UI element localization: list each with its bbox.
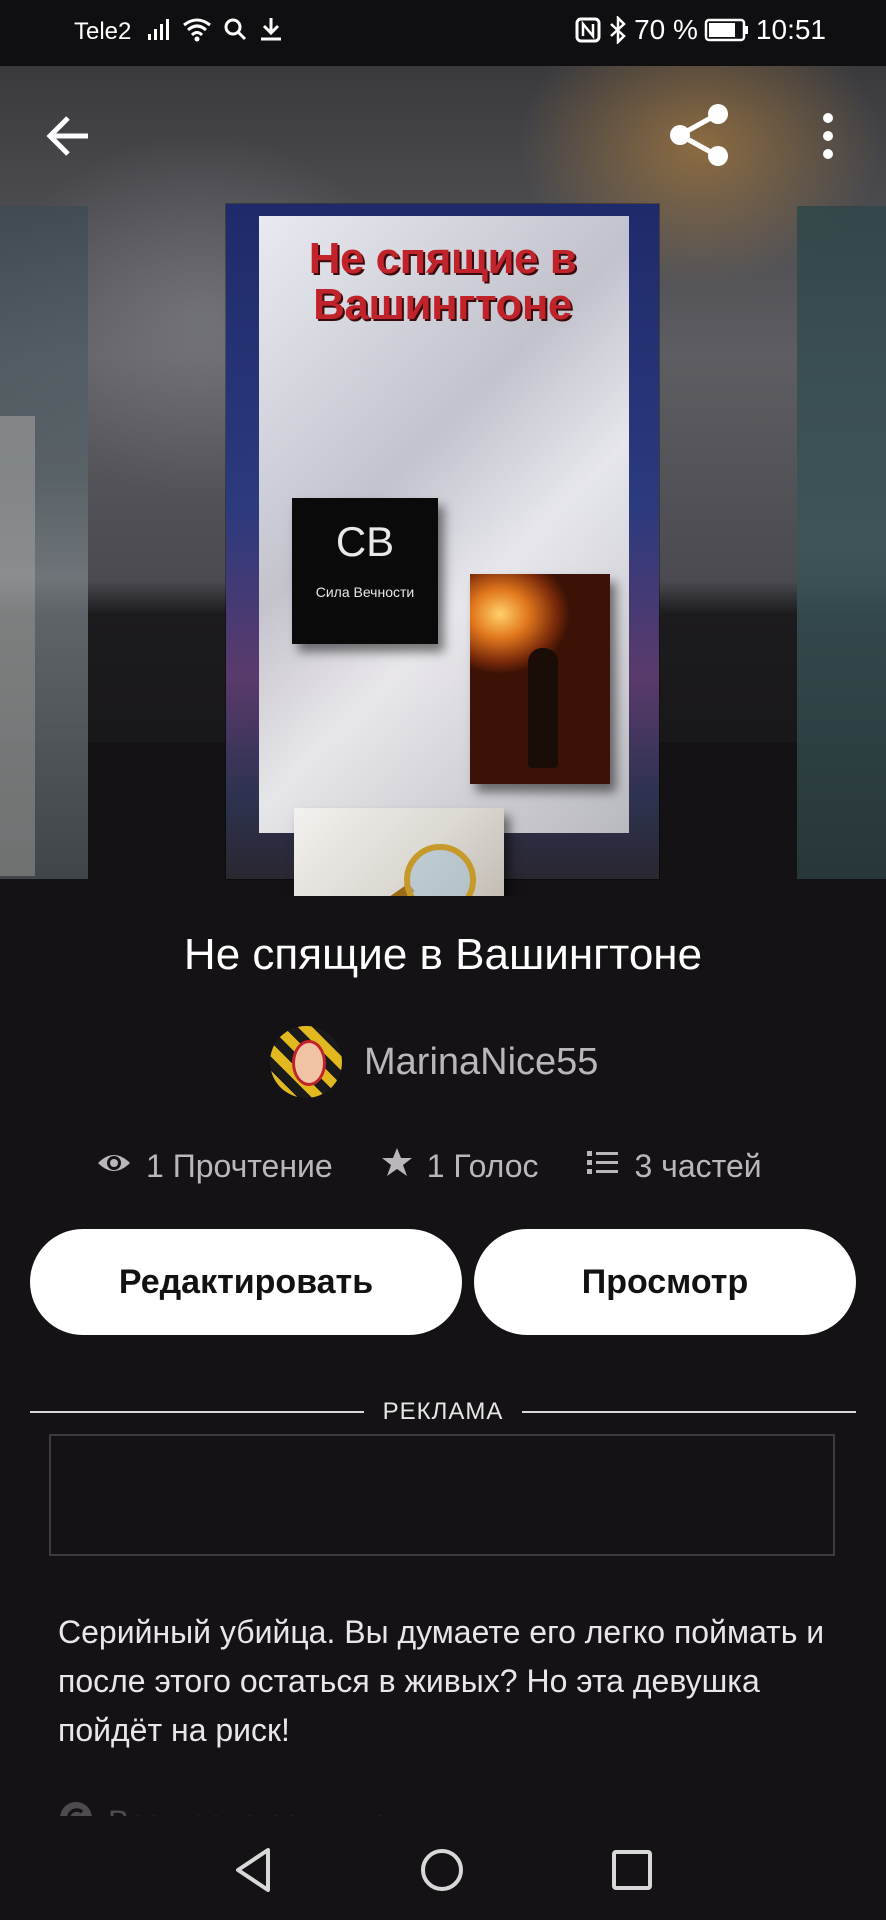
back-button[interactable] — [40, 108, 96, 164]
share-button[interactable] — [664, 100, 734, 170]
more-options-button[interactable] — [810, 108, 846, 164]
reads-stat: 1 Прочтение — [96, 1148, 333, 1185]
preview-button[interactable]: Просмотр — [474, 1229, 856, 1335]
reads-count: 1 Прочтение — [146, 1147, 333, 1184]
author-link[interactable]: MarinaNice55 — [270, 1026, 598, 1098]
nav-back-icon — [226, 1848, 282, 1902]
previous-cover[interactable] — [0, 206, 88, 879]
nav-home-button[interactable] — [414, 1842, 470, 1898]
parts-count: 3 частей — [634, 1147, 762, 1184]
cover-photo-silhouette — [470, 574, 610, 784]
votes-stat: 1 Голос — [381, 1146, 539, 1186]
ad-banner[interactable] — [49, 1434, 835, 1556]
cover-logo: СВ Сила Вечности — [292, 498, 438, 644]
signal-icon — [146, 16, 172, 42]
share-icon — [664, 104, 734, 174]
story-description: Серийный убийца. Вы думаете его легко по… — [58, 1614, 825, 1748]
nav-home-icon — [414, 1849, 470, 1902]
more-vertical-icon — [810, 113, 846, 168]
download-icon — [258, 16, 284, 42]
nav-recents-button[interactable] — [604, 1842, 660, 1898]
story-title: Не спящие в Вашингтоне — [183, 930, 703, 979]
system-nav-bar — [0, 1816, 886, 1920]
next-cover[interactable] — [797, 206, 886, 879]
nfc-icon — [574, 16, 602, 44]
battery-icon — [704, 17, 750, 43]
author-name: MarinaNice55 — [364, 1040, 599, 1083]
ad-label: РЕКЛАМА — [382, 1398, 504, 1425]
book-cover[interactable]: Не спящие в Вашингтоне СВ Сила Вечности — [226, 204, 659, 896]
arrow-left-icon — [40, 116, 96, 168]
nav-back-button[interactable] — [226, 1842, 282, 1898]
battery-percent: 70 % — [634, 14, 698, 45]
votes-count: 1 Голос — [426, 1147, 539, 1184]
bluetooth-icon — [608, 16, 628, 44]
cover-title: Не спящие в Вашингтоне — [308, 234, 577, 329]
wifi-icon — [182, 16, 212, 42]
story-stats: 1 Прочтение 1 Голос 3 частей — [96, 1146, 762, 1186]
search-icon — [222, 16, 248, 42]
hero-section: Не спящие в Вашингтоне СВ Сила Вечности — [0, 66, 886, 896]
clock: 10:51 — [755, 14, 826, 45]
list-icon — [586, 1148, 620, 1185]
cover-photo-magnifier — [294, 808, 504, 896]
nav-recents-icon — [604, 1850, 660, 1902]
ad-divider-left — [30, 1411, 364, 1413]
eye-icon — [96, 1148, 132, 1185]
carrier-label: Tele2 — [74, 18, 132, 45]
edit-button[interactable]: Редактировать — [30, 1229, 462, 1335]
status-bar: Tele2 70 % 10:51 — [0, 0, 886, 66]
star-icon — [381, 1146, 413, 1186]
ad-divider-right — [522, 1411, 856, 1413]
parts-stat[interactable]: 3 частей — [586, 1147, 762, 1185]
avatar — [270, 1026, 342, 1098]
